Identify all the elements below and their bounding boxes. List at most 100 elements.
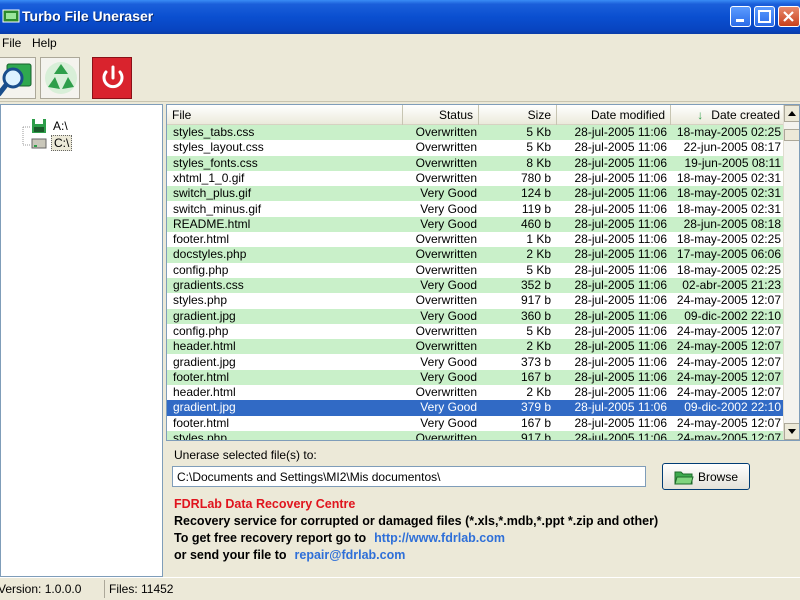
scroll-up-arrow-icon	[788, 111, 796, 116]
table-row[interactable]: README.html Very Good 460 b 28-jul-2005 11:…	[167, 216, 785, 233]
promo-block: FDRLab Data Recovery Centre Recovery ser…	[174, 496, 658, 564]
menu-bar: File Help	[0, 34, 800, 52]
scroll-thumb[interactable]	[784, 129, 799, 141]
table-row[interactable]: gradient.jpg Very Good 379 b 28-jul-2005 11…	[167, 400, 785, 416]
cell-date-created: 24-may-2005 12:07	[676, 323, 781, 338]
cell-status: Overwritten	[415, 323, 477, 338]
cell-date-modified: 28-jul-2005 11:06	[574, 170, 667, 185]
cell-status: Overwritten	[415, 140, 477, 155]
table-row[interactable]: gradient.jpg Very Good 360 b 28-jul-2005 11…	[167, 308, 785, 324]
table-row[interactable]: footer.html Very Good 167 b 28-jul-2005 11:…	[167, 415, 785, 431]
column-header-date-created[interactable]: ↓ Date created	[671, 105, 785, 125]
cell-date-created: 24-may-2005 12:07	[676, 339, 781, 354]
cell-file-name: footer.html	[173, 369, 230, 384]
table-row[interactable]: styles_fonts.css Overwritten 8 Kb 28-jul-20…	[167, 155, 785, 171]
cell-date-modified: 28-jul-2005 11:06	[574, 262, 667, 277]
cell-date-modified: 28-jul-2005 11:06	[574, 247, 667, 262]
column-header-date-modified[interactable]: Date modified	[557, 105, 671, 125]
cell-date-modified: 28-jul-2005 11:06	[574, 339, 667, 354]
cell-date-created: 22-jun-2005 08:17	[683, 140, 781, 155]
menu-file[interactable]: File	[2, 36, 21, 50]
cell-date-created: 17-may-2005 06:06	[676, 247, 781, 262]
cell-size: 373 b	[520, 354, 551, 369]
cell-file-name: gradient.jpg	[173, 400, 236, 415]
minimize-button[interactable]	[730, 6, 751, 27]
minimize-icon	[736, 19, 744, 22]
cell-size: 2 Kb	[526, 385, 551, 400]
app-icon	[2, 9, 20, 23]
search-magnifier-icon	[0, 63, 32, 97]
cell-status: Overwritten	[415, 431, 477, 441]
browse-button-label: Browse	[697, 469, 738, 484]
file-list: File Status Size Date modified ↓ Date cre…	[166, 104, 800, 441]
cell-date-created: 24-may-2005 12:07	[676, 354, 781, 369]
cell-file-name: header.html	[173, 339, 236, 354]
table-row[interactable]: docstyles.php Overwritten 2 Kb 28-jul-2005 …	[167, 247, 785, 263]
cell-date-modified: 28-jul-2005 11:06	[574, 155, 667, 170]
scroll-down-button[interactable]	[784, 423, 799, 440]
table-row[interactable]: footer.html Very Good 167 b 28-jul-2005 11:…	[167, 369, 785, 386]
title-bar: Turbo File Uneraser	[0, 0, 800, 34]
cell-date-created: 24-may-2005 12:07	[676, 431, 781, 441]
cell-date-modified: 28-jul-2005 11:06	[574, 323, 667, 338]
table-row[interactable]: switch_plus.gif Very Good 124 b 28-jul-2005…	[167, 186, 785, 202]
cell-date-modified: 28-jul-2005 11:06	[574, 125, 667, 139]
table-row[interactable]: header.html Overwritten 2 Kb 28-jul-2005 11…	[167, 385, 785, 401]
hard-drive-icon	[31, 138, 47, 149]
cell-date-created: 18-may-2005 02:25	[676, 262, 781, 277]
close-button[interactable]	[778, 6, 800, 27]
table-row[interactable]: switch_minus.gif Very Good 119 b 28-jul-200…	[167, 201, 785, 217]
cell-date-modified: 28-jul-2005 11:06	[574, 232, 667, 247]
cell-date-modified: 28-jul-2005 11:06	[574, 186, 667, 201]
cell-status: Very Good	[420, 400, 477, 415]
table-row[interactable]: styles_tabs.css Overwritten 5 Kb 28-jul-200…	[167, 125, 785, 141]
destination-path-input[interactable]	[172, 466, 646, 487]
search-button[interactable]	[0, 57, 36, 99]
cell-status: Overwritten	[415, 385, 477, 400]
cell-file-name: docstyles.php	[173, 247, 247, 262]
email-link[interactable]: repair@fdrlab.com	[295, 548, 406, 562]
cell-date-created: 24-may-2005 12:07	[676, 293, 781, 308]
table-row[interactable]: styles.php Overwritten 917 b 28-jul-2005 11…	[167, 431, 785, 441]
website-link[interactable]: http://www.fdrlab.com	[374, 531, 505, 545]
cell-date-created: 09-dic-2002 22:10	[684, 400, 781, 415]
table-row[interactable]: gradients.css Very Good 352 b 28-jul-2005 1…	[167, 278, 785, 294]
cell-date-modified: 28-jul-2005 11:06	[574, 308, 667, 323]
cell-file-name: README.html	[173, 216, 251, 231]
tree-item-c-drive[interactable]: C:\	[31, 135, 73, 151]
cell-file-name: footer.html	[173, 232, 230, 247]
tree-item-a-drive[interactable]: A:\	[31, 118, 70, 134]
scroll-up-button[interactable]	[784, 105, 799, 122]
exit-button[interactable]	[92, 57, 132, 99]
cell-date-modified: 28-jul-2005 11:06	[574, 431, 667, 441]
table-row[interactable]: config.php Overwritten 5 Kb 28-jul-2005 11:…	[167, 262, 785, 278]
cell-size: 780 b	[520, 170, 551, 185]
cell-file-name: styles.php	[173, 293, 228, 308]
table-row[interactable]: config.php Overwritten 5 Kb 28-jul-2005 11:…	[167, 323, 785, 340]
cell-date-created: 09-dic-2002 22:10	[684, 308, 781, 323]
column-header-size[interactable]: Size	[479, 105, 557, 125]
table-row[interactable]: gradient.jpg Very Good 373 b 28-jul-2005 11…	[167, 354, 785, 370]
table-row[interactable]: xhtml_1_0.gif Overwritten 780 b 28-jul-2005…	[167, 170, 785, 187]
cell-size: 379 b	[520, 400, 551, 415]
browse-button[interactable]: Browse	[662, 463, 750, 490]
window-title: Turbo File Uneraser	[22, 8, 154, 24]
cell-status: Overwritten	[415, 293, 477, 308]
cell-file-name: gradient.jpg	[173, 354, 236, 369]
table-row[interactable]: styles_layout.css Overwritten 5 Kb 28-jul-2…	[167, 140, 785, 156]
cell-size: 124 b	[520, 186, 551, 201]
table-row[interactable]: styles.php Overwritten 917 b 28-jul-2005 11…	[167, 293, 785, 309]
table-row[interactable]: header.html Overwritten 2 Kb 28-jul-2005 11…	[167, 339, 785, 355]
recover-button[interactable]	[40, 57, 80, 99]
table-row[interactable]: footer.html Overwritten 1 Kb 28-jul-2005 11…	[167, 232, 785, 248]
cell-file-name: gradients.css	[173, 278, 244, 292]
cell-status: Overwritten	[415, 339, 477, 354]
cell-date-created: 18-may-2005 02:31	[676, 201, 781, 216]
column-header-status[interactable]: Status	[403, 105, 479, 125]
maximize-button[interactable]	[754, 6, 775, 27]
menu-help[interactable]: Help	[32, 36, 57, 50]
column-header-date-created-label: Date created	[711, 108, 780, 122]
column-header-file[interactable]: File	[167, 105, 403, 125]
vertical-scrollbar[interactable]	[783, 105, 799, 440]
cell-size: 5 Kb	[526, 125, 551, 139]
